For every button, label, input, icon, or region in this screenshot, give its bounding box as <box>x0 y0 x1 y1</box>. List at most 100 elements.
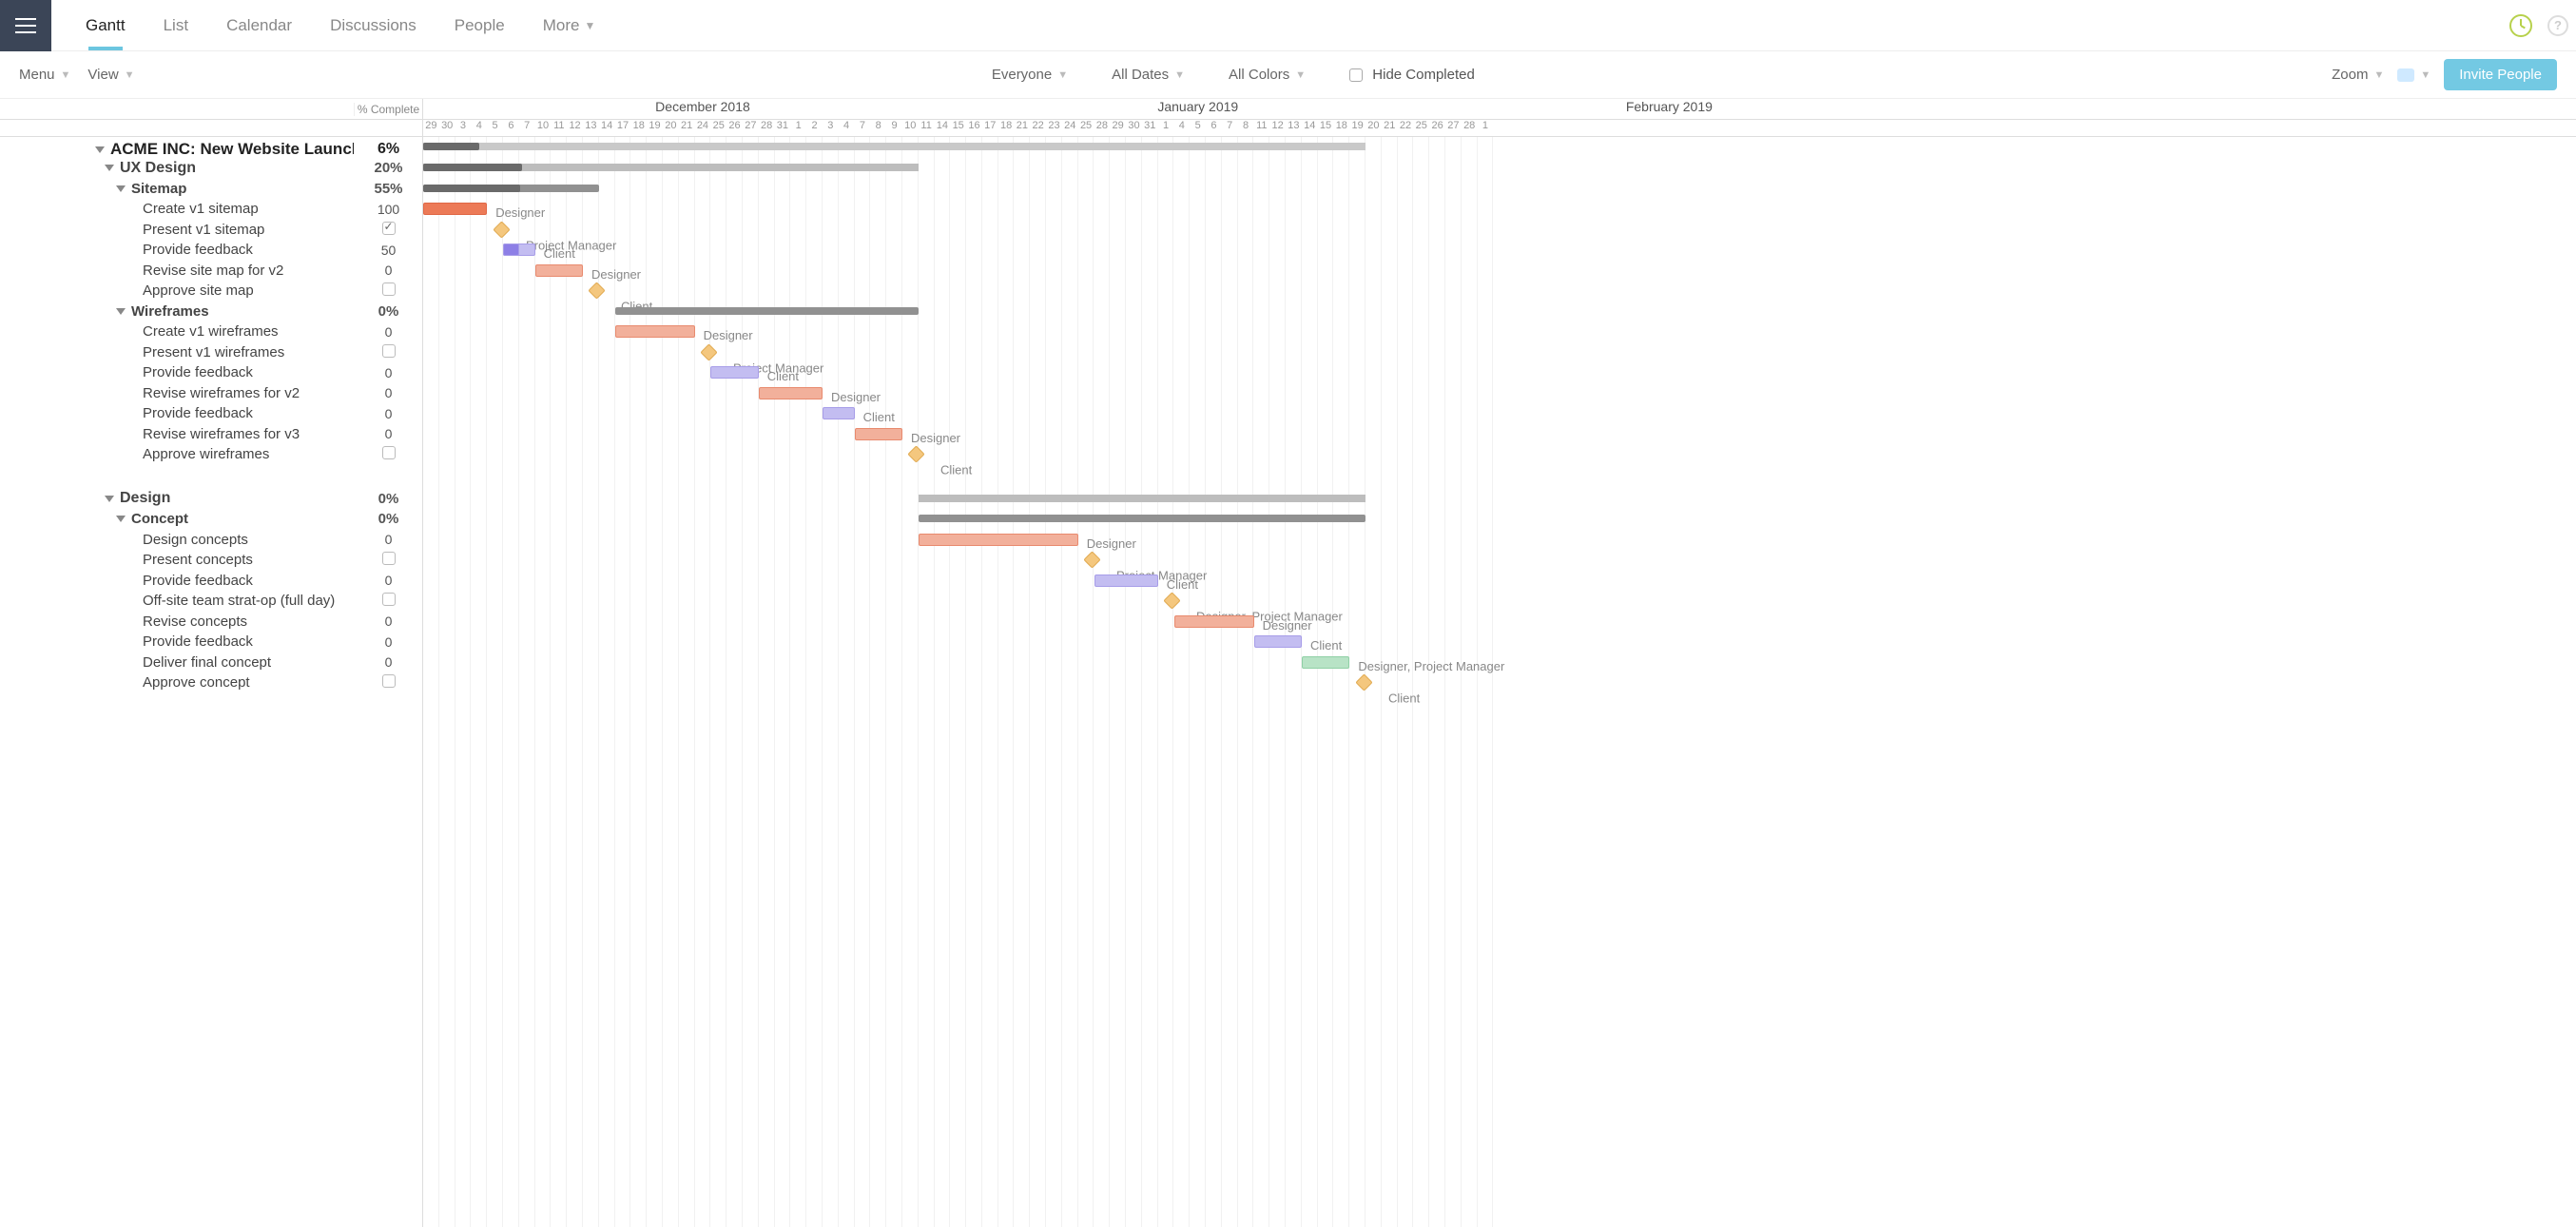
group-row[interactable]: Design0% <box>0 489 422 510</box>
task-name: Create v1 sitemap <box>143 201 259 217</box>
invite-button[interactable]: Invite People <box>2444 59 2557 90</box>
complete-checkbox[interactable] <box>382 552 396 565</box>
task-row[interactable]: Provide feedback0 <box>0 403 422 424</box>
filter-everyone[interactable]: Everyone ▼ <box>992 67 1068 83</box>
task-row[interactable]: Design concepts0 <box>0 530 422 551</box>
help-icon[interactable]: ? <box>2547 15 2568 36</box>
milestone[interactable]: Client <box>1355 673 1372 691</box>
task-name: Revise wireframes for v2 <box>143 385 300 401</box>
summary-bar[interactable] <box>615 307 919 315</box>
task-bar[interactable]: Designer <box>423 203 487 215</box>
hide-completed-toggle[interactable]: Hide Completed <box>1349 67 1475 83</box>
group-row[interactable]: Wireframes0% <box>0 302 422 322</box>
day-header: 31 <box>775 120 791 136</box>
group-row[interactable]: UX Design20% <box>0 158 422 179</box>
task-bar[interactable]: Client <box>1094 575 1158 587</box>
color-dropdown[interactable]: ▼ <box>2397 68 2431 82</box>
group-row[interactable]: ACME INC: New Website Launch6% <box>0 137 422 158</box>
task-row[interactable]: Off-site team strat-op (full day) <box>0 591 422 612</box>
task-bar[interactable]: Designer <box>855 428 902 440</box>
tab-people[interactable]: People <box>436 0 524 50</box>
collapse-icon[interactable] <box>105 496 114 502</box>
gantt-body[interactable]: DesignerProject ManagerClientDesignerCli… <box>423 137 2576 1227</box>
zoom-dropdown[interactable]: Zoom ▼ <box>2332 67 2384 83</box>
complete-checkbox[interactable] <box>382 344 396 358</box>
gantt-chart[interactable]: December 2018January 2019February 2019 2… <box>423 99 2576 1227</box>
task-name: Revise wireframes for v3 <box>143 426 300 442</box>
task-name: Wireframes <box>131 303 209 320</box>
task-row[interactable]: Revise wireframes for v30 <box>0 424 422 445</box>
task-pct <box>354 222 422 238</box>
task-name: Approve site map <box>143 282 254 299</box>
task-bar[interactable]: Designer <box>759 387 823 399</box>
complete-checkbox[interactable] <box>382 282 396 296</box>
complete-checkbox[interactable] <box>382 593 396 606</box>
task-row[interactable]: Present v1 sitemap <box>0 220 422 241</box>
assignee-label: Designer <box>591 267 641 282</box>
complete-checkbox[interactable] <box>382 222 396 235</box>
task-bar[interactable]: Client <box>823 407 855 419</box>
pct-column-header: % Complete <box>354 103 422 116</box>
task-row[interactable]: Provide feedback0 <box>0 632 422 652</box>
milestone[interactable]: Project Manager <box>700 343 717 360</box>
tab-list[interactable]: List <box>145 0 207 50</box>
summary-bar[interactable] <box>919 515 1365 522</box>
task-row[interactable]: Create v1 wireframes0 <box>0 321 422 342</box>
tab-gantt[interactable]: Gantt <box>67 0 145 50</box>
milestone[interactable]: Project Manager <box>1083 551 1100 568</box>
assignee-label: Designer <box>831 390 881 404</box>
task-bar[interactable]: Client <box>1254 635 1302 648</box>
task-row[interactable]: Provide feedback0 <box>0 362 422 383</box>
summary-bar[interactable] <box>919 495 1365 502</box>
collapse-icon[interactable] <box>116 185 126 192</box>
collapse-icon[interactable] <box>95 146 105 153</box>
color-swatch-icon <box>2397 68 2414 82</box>
tab-more[interactable]: More▼ <box>524 0 615 50</box>
group-row[interactable]: Sitemap55% <box>0 179 422 200</box>
milestone[interactable]: Designer, Project Manager <box>1163 592 1180 609</box>
complete-checkbox[interactable] <box>382 674 396 688</box>
task-row[interactable]: Present concepts <box>0 550 422 571</box>
menu-dropdown[interactable]: Menu ▼ <box>19 67 70 83</box>
task-row[interactable]: Approve wireframes <box>0 444 422 465</box>
task-row[interactable]: Provide feedback50 <box>0 240 422 261</box>
task-bar[interactable]: Designer <box>1174 615 1254 628</box>
tab-discussions[interactable]: Discussions <box>311 0 436 50</box>
task-bar[interactable]: Client <box>710 366 758 379</box>
filter-dates[interactable]: All Dates ▼ <box>1112 67 1185 83</box>
milestone[interactable]: Client <box>589 282 606 299</box>
collapse-icon[interactable] <box>116 516 126 522</box>
task-bar[interactable]: Designer <box>919 534 1078 546</box>
milestone[interactable]: Project Manager <box>493 221 510 238</box>
task-bar[interactable]: Designer, Project Manager <box>1302 656 1349 669</box>
collapse-icon[interactable] <box>105 165 114 171</box>
day-header: 5 <box>1190 120 1206 136</box>
view-dropdown[interactable]: View ▼ <box>87 67 134 83</box>
task-row[interactable]: Deliver final concept0 <box>0 652 422 673</box>
task-row[interactable]: Create v1 sitemap100 <box>0 199 422 220</box>
assignee-label: Designer <box>911 431 960 445</box>
summary-bar[interactable] <box>423 143 1365 150</box>
task-row[interactable]: Revise concepts0 <box>0 612 422 633</box>
group-row[interactable]: Concept0% <box>0 509 422 530</box>
task-row[interactable]: Revise site map for v20 <box>0 261 422 282</box>
task-tree[interactable]: ACME INC: New Website Launch6%UX Design2… <box>0 137 422 1227</box>
day-header: 1 <box>790 120 806 136</box>
day-header: 11 <box>919 120 935 136</box>
task-name: Present concepts <box>143 552 253 568</box>
task-row[interactable]: Approve site map <box>0 281 422 302</box>
task-row[interactable]: Approve concept <box>0 672 422 693</box>
timeline-row: Designer <box>423 261 2576 282</box>
collapse-icon[interactable] <box>116 308 126 315</box>
filter-colors[interactable]: All Colors ▼ <box>1229 67 1306 83</box>
complete-checkbox[interactable] <box>382 446 396 459</box>
tab-calendar[interactable]: Calendar <box>207 0 311 50</box>
hamburger-menu[interactable] <box>0 0 51 51</box>
task-row[interactable]: Present v1 wireframes <box>0 342 422 363</box>
task-row[interactable]: Revise wireframes for v20 <box>0 383 422 404</box>
clock-icon[interactable] <box>2509 14 2532 37</box>
task-bar[interactable]: Designer <box>535 264 583 277</box>
milestone[interactable]: Client <box>908 445 925 462</box>
task-bar[interactable]: Designer <box>615 325 695 338</box>
task-row[interactable]: Provide feedback0 <box>0 571 422 592</box>
